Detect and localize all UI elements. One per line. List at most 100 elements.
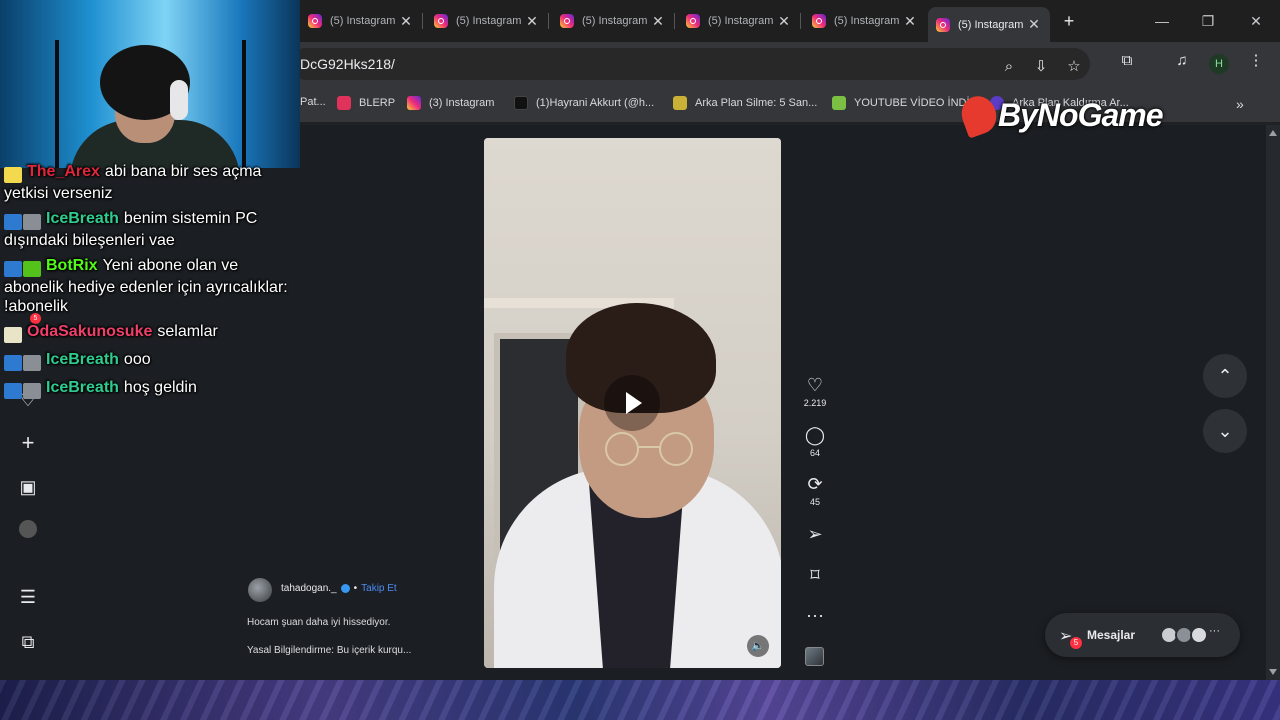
audio-thumbnail[interactable]: [805, 647, 824, 666]
play-button[interactable]: [604, 375, 660, 431]
tab-title: (5) Instagram: [330, 15, 396, 27]
tiktok-icon: [514, 96, 528, 110]
messages-badge: 5: [1070, 637, 1082, 649]
media-control-icon[interactable]: ♫: [1171, 50, 1193, 72]
messages-label: Mesajlar: [1087, 628, 1136, 642]
minimize-button[interactable]: —: [1150, 10, 1174, 32]
bookmark-label: BLERP: [359, 97, 396, 109]
zoom-icon[interactable]: ⌕: [998, 56, 1020, 78]
subscriber-badge: [23, 354, 41, 371]
layers-icon: [673, 96, 687, 110]
subscriber-badge: [23, 213, 41, 230]
close-icon[interactable]: ✕: [776, 13, 792, 30]
hamburger-menu-icon[interactable]: ☰: [18, 587, 38, 607]
browser-tab[interactable]: (5) Instagram ✕: [678, 7, 801, 35]
moderator-badge: [4, 260, 22, 277]
scrollbar[interactable]: [1266, 125, 1280, 680]
save-button[interactable]: ⌑: [800, 564, 830, 586]
install-app-icon[interactable]: ⇩: [1030, 56, 1052, 78]
tab-title: (5) Instagram: [708, 15, 774, 27]
headset: [170, 80, 188, 120]
dashboard-icon[interactable]: ▣: [18, 477, 38, 497]
instagram-icon: [936, 17, 950, 32]
browser-tab[interactable]: (5) Instagram ✕: [426, 7, 549, 35]
mute-icon[interactable]: 🔈: [747, 635, 769, 657]
bookmark-item[interactable]: Arka Plan Silme: 5 San...: [673, 96, 817, 110]
restore-button[interactable]: ❐: [1196, 10, 1220, 32]
comment-icon: ◯: [804, 425, 826, 445]
scroll-up-icon[interactable]: [1269, 130, 1277, 136]
browser-tab[interactable]: (5) Instagram ✕: [804, 7, 926, 35]
browser-tab-active[interactable]: (5) Instagram ✕: [928, 7, 1050, 42]
comment-button[interactable]: ◯ 64: [800, 424, 830, 458]
download-icon: [832, 96, 846, 110]
subscriber-badge: [4, 326, 22, 343]
more-button[interactable]: ···: [800, 604, 830, 626]
close-icon[interactable]: ✕: [902, 13, 918, 30]
bookmark-star-icon[interactable]: ☆: [1063, 56, 1085, 78]
share-button[interactable]: ➢: [800, 523, 830, 545]
comment-count: 64: [809, 448, 820, 458]
reel-video[interactable]: 🔈: [484, 138, 781, 668]
profile-avatar[interactable]: H: [1209, 54, 1229, 74]
instagram-icon: [434, 14, 448, 28]
extensions-icon[interactable]: ⧉: [1116, 50, 1138, 72]
bookmark-item[interactable]: (1)Hayrani Akkurt (@h...: [514, 96, 654, 110]
bookmark-label: Pat...: [300, 96, 326, 108]
browser-tab[interactable]: (5) Instagram ✕: [300, 7, 423, 35]
reel-caption: Hocam şuan daha iyi hissediyor.: [247, 617, 391, 628]
close-icon[interactable]: ✕: [1026, 16, 1042, 33]
close-window-button[interactable]: ✕: [1244, 10, 1268, 32]
chevron-right-icon[interactable]: »: [1236, 96, 1244, 112]
chat-text: hoş geldin: [123, 379, 197, 396]
next-reel-button[interactable]: ⌄: [1203, 409, 1247, 453]
author-avatar[interactable]: [248, 578, 272, 602]
stream-chat-overlay: The_Arex abi bana bir ses açma yetkisi ve…: [4, 162, 294, 406]
profile-avatar[interactable]: [19, 520, 37, 538]
repost-button[interactable]: ⟳ 45: [800, 473, 830, 507]
tab-title: (5) Instagram: [582, 15, 648, 27]
chat-text: ooo: [123, 351, 151, 368]
also-from-meta-icon[interactable]: ⧉: [18, 632, 38, 652]
chat-message: IceBreath ooo: [4, 350, 294, 372]
repost-count: 45: [809, 497, 820, 507]
moderator-badge: [4, 354, 22, 371]
scroll-down-icon[interactable]: [1269, 669, 1277, 675]
bookmark-item[interactable]: YOUTUBE VİDEO İNDİR: [832, 96, 977, 110]
bookmark-label: YOUTUBE VİDEO İNDİR: [854, 97, 978, 109]
bynogame-watermark: ByNoGame: [956, 91, 1163, 139]
bookmark-item[interactable]: BLERP: [337, 96, 395, 110]
send-icon: ➢: [807, 524, 823, 544]
chat-username: IceBreath: [46, 351, 119, 368]
more-icon: ···: [806, 605, 824, 625]
new-tab-button[interactable]: +: [1058, 10, 1080, 32]
instagram-icon: [560, 14, 574, 28]
create-icon[interactable]: +: [18, 432, 38, 454]
like-count: 2.219: [803, 398, 827, 408]
close-icon[interactable]: ✕: [524, 13, 540, 30]
bookmark-item[interactable]: Pat...: [300, 96, 326, 108]
browser-tab[interactable]: (5) Instagram ✕: [552, 7, 675, 35]
instagram-icon: [308, 14, 322, 28]
previous-reel-button[interactable]: ⌃: [1203, 354, 1247, 398]
like-button[interactable]: ♡ 2.219: [800, 374, 830, 408]
address-bar[interactable]: DcG92Hks218/ ⌕ ⇩ ☆: [290, 48, 1090, 80]
chat-message: OdaSakunosuke selamlar: [4, 322, 294, 344]
author-username[interactable]: tahadogan._: [281, 583, 337, 594]
chat-username: IceBreath: [46, 210, 119, 227]
tab-title: (5) Instagram: [456, 15, 522, 27]
chat-username: The_Arex: [27, 163, 100, 180]
chat-message: IceBreath benim sistemin PC dışındaki bil…: [4, 209, 294, 250]
repost-icon: ⟳: [807, 474, 823, 494]
follow-button[interactable]: Takip Et: [361, 583, 397, 594]
close-icon[interactable]: ✕: [398, 13, 414, 30]
messages-button[interactable]: ➢ 5 Mesajlar ···: [1045, 613, 1240, 657]
bookmark-item[interactable]: (3) Instagram: [407, 96, 494, 110]
instagram-icon: [407, 96, 421, 110]
menu-kebab-icon[interactable]: ⋮: [1245, 50, 1267, 72]
reel-disclaimer[interactable]: Yasal Bilgilendirme: Bu içerik kurqu...: [247, 645, 411, 656]
chat-text: selamlar: [157, 323, 218, 340]
close-icon[interactable]: ✕: [650, 13, 666, 30]
tab-title: (5) Instagram: [958, 18, 1024, 31]
chat-message: BotRix Yeni abone olan ve abonelik hediye…: [4, 256, 294, 316]
